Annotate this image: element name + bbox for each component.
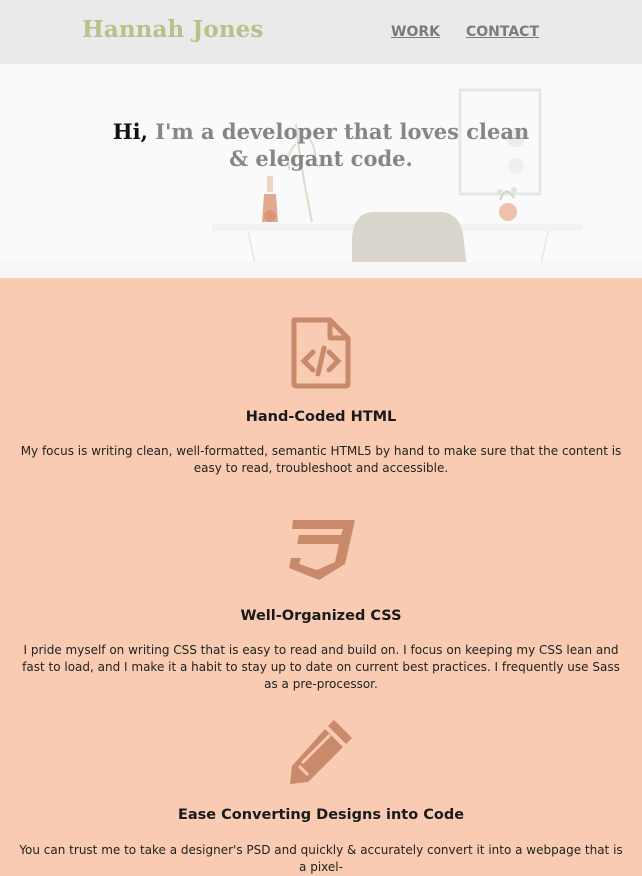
feature-description: My focus is writing clean, well-formatte… [20, 444, 622, 475]
features-section: Hand-Coded HTML My focus is writing clea… [0, 278, 642, 874]
site-logo[interactable]: Hannah Jones [82, 16, 263, 43]
hero-title: Hi, I'm a developer that loves clean & e… [100, 118, 542, 172]
feature-title: Hand-Coded HTML [245, 409, 397, 425]
nav-contact-link[interactable]: CONTACT [466, 24, 539, 40]
nav-work-link[interactable]: WORK [391, 24, 440, 40]
site-header: Hannah Jones WORK CONTACT [0, 0, 642, 64]
feature-title: Ease Converting Designs into Code [177, 807, 465, 823]
feature-title: Well-Organized CSS [240, 608, 402, 624]
css3-icon [0, 518, 642, 584]
feature-description: I pride myself on writing CSS that is ea… [22, 643, 620, 691]
hero-tagline: I'm a developer that loves clean & elega… [155, 119, 530, 172]
main-nav: WORK CONTACT [391, 24, 539, 40]
feature-description: You can trust me to take a designer's PS… [19, 843, 623, 874]
hero-greeting: Hi, [112, 119, 148, 145]
html-file-icon [0, 316, 642, 390]
pencil-icon [0, 718, 642, 786]
hero-section: Hi, I'm a developer that loves clean & e… [0, 64, 642, 278]
